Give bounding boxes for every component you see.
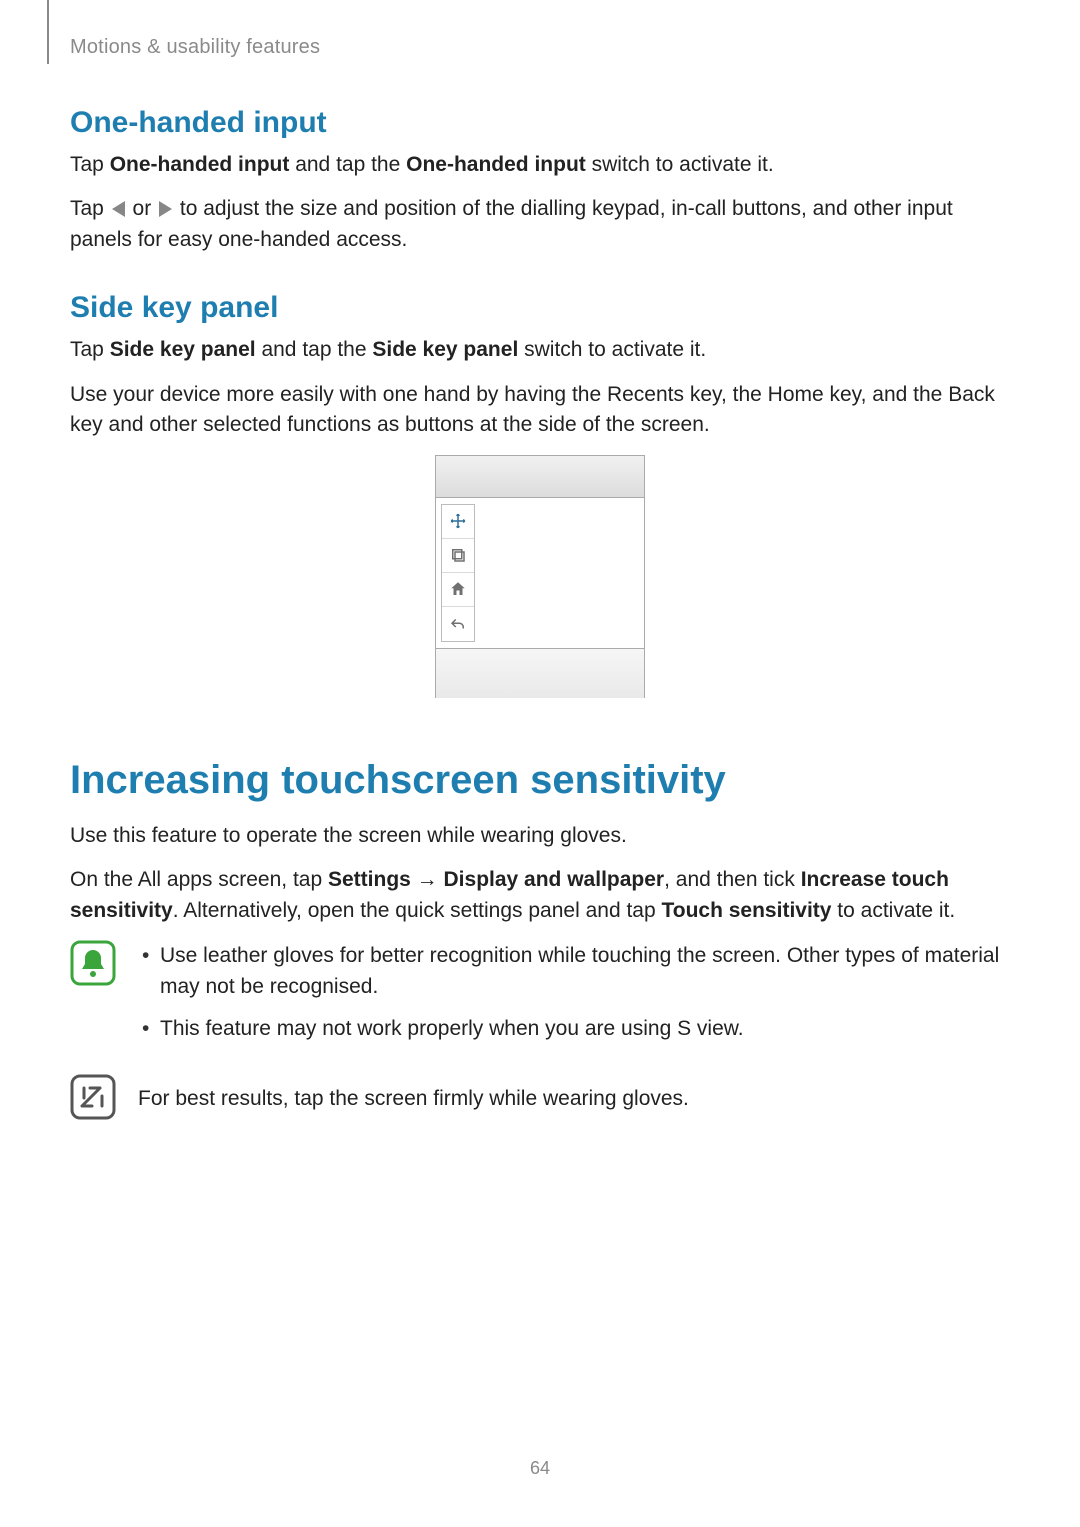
text: switch to activate it. <box>586 153 774 176</box>
text-bold: Side key panel <box>110 338 256 361</box>
move-icon <box>442 505 474 539</box>
side-key-panel-illustration <box>435 455 645 698</box>
info-note-icon <box>70 1074 116 1120</box>
text-bold: Touch sensitivity <box>661 899 831 922</box>
text: . Alternatively, open the quick settings… <box>173 899 662 922</box>
text: Tap <box>70 197 110 220</box>
para-one-handed-2: Tap or to adjust the size and position o… <box>70 194 1010 255</box>
text: Tap <box>70 338 110 361</box>
text-bold: One-handed input <box>110 153 290 176</box>
arrow-left-icon <box>112 201 125 217</box>
text: , and then tick <box>664 868 801 891</box>
text-bold: Display and wallpaper <box>444 868 665 891</box>
heading-side-key-panel: Side key panel <box>70 291 1010 325</box>
info-note-text: For best results, tap the screen firmly … <box>138 1084 1010 1114</box>
page-number: 64 <box>0 1458 1080 1479</box>
para-sensitivity-1: Use this feature to operate the screen w… <box>70 821 1010 851</box>
page: Motions & usability features One-handed … <box>0 0 1080 1527</box>
text: → <box>411 868 444 891</box>
text: and tap the <box>256 338 373 361</box>
home-icon <box>442 573 474 607</box>
para-side-key-2: Use your device more easily with one han… <box>70 380 1010 441</box>
back-icon <box>442 607 474 641</box>
text: or <box>127 197 157 220</box>
para-sensitivity-2: On the All apps screen, tap Settings → D… <box>70 865 1010 926</box>
header-rule <box>47 0 49 64</box>
illustration-side-panel <box>441 504 475 642</box>
illustration-nav-bar <box>436 648 644 698</box>
text-bold: One-handed input <box>406 153 586 176</box>
warning-bell-icon <box>70 940 116 986</box>
warning-bullets: Use leather gloves for better recognitio… <box>138 940 1010 1045</box>
content: One-handed input Tap One-handed input an… <box>70 100 1010 1129</box>
heading-increasing-touchscreen-sensitivity: Increasing touchscreen sensitivity <box>70 758 1010 803</box>
list-item: This feature may not work properly when … <box>138 1013 1010 1045</box>
heading-one-handed-input: One-handed input <box>70 106 1010 140</box>
info-note: For best results, tap the screen firmly … <box>70 1074 1010 1128</box>
arrow-right-icon <box>159 201 172 217</box>
recents-icon <box>442 539 474 573</box>
breadcrumb: Motions & usability features <box>70 36 320 59</box>
para-side-key-1: Tap Side key panel and tap the Side key … <box>70 335 1010 365</box>
text-bold: Settings <box>328 868 411 891</box>
illustration-body <box>436 498 644 648</box>
warning-note: Use leather gloves for better recognitio… <box>70 940 1010 1055</box>
text: On the All apps screen, tap <box>70 868 328 891</box>
list-item: Use leather gloves for better recognitio… <box>138 940 1010 1003</box>
text-bold: Side key panel <box>372 338 518 361</box>
text: to activate it. <box>831 899 955 922</box>
text: to adjust the size and position of the d… <box>70 197 953 250</box>
text: switch to activate it. <box>518 338 706 361</box>
warning-note-body: Use leather gloves for better recognitio… <box>138 940 1010 1055</box>
illustration-status-bar <box>436 456 644 498</box>
text: and tap the <box>289 153 406 176</box>
text: Tap <box>70 153 110 176</box>
para-one-handed-1: Tap One-handed input and tap the One-han… <box>70 150 1010 180</box>
